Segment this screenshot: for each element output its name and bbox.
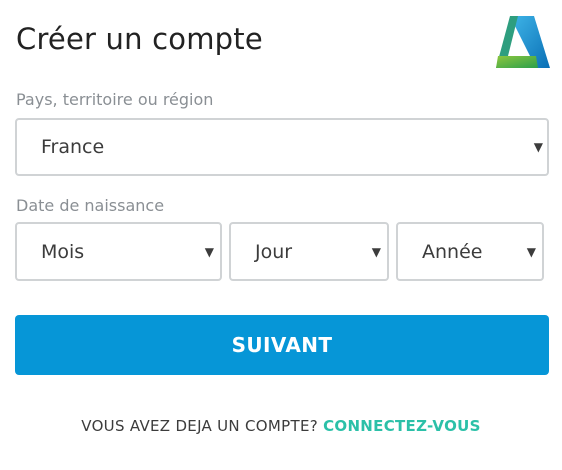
day-select-value: Jour bbox=[255, 240, 293, 263]
chevron-down-icon: ▼ bbox=[371, 244, 381, 259]
year-select-value: Année bbox=[422, 240, 483, 263]
autodesk-logo-icon bbox=[496, 16, 550, 68]
signin-prompt-text: VOUS AVEZ DEJA UN COMPTE? bbox=[81, 417, 318, 435]
month-select[interactable]: Mois ▼ bbox=[15, 222, 222, 281]
page-title: Créer un compte bbox=[16, 22, 263, 56]
chevron-down-icon: ▼ bbox=[533, 140, 543, 154]
chevron-down-icon: ▼ bbox=[204, 244, 214, 259]
birthdate-label: Date de naissance bbox=[16, 196, 165, 215]
year-select[interactable]: Année ▼ bbox=[396, 222, 544, 281]
day-select[interactable]: Jour ▼ bbox=[229, 222, 389, 281]
country-select[interactable]: France ▼ bbox=[15, 118, 549, 176]
signin-prompt: VOUS AVEZ DEJA UN COMPTE? CONNECTEZ-VOUS bbox=[0, 417, 562, 435]
signin-link[interactable]: CONNECTEZ-VOUS bbox=[323, 417, 481, 435]
country-label: Pays, territoire ou région bbox=[16, 90, 214, 109]
month-select-value: Mois bbox=[41, 240, 85, 263]
country-select-value: France bbox=[41, 136, 105, 158]
next-button[interactable]: SUIVANT bbox=[15, 315, 549, 375]
chevron-down-icon: ▼ bbox=[526, 244, 536, 259]
